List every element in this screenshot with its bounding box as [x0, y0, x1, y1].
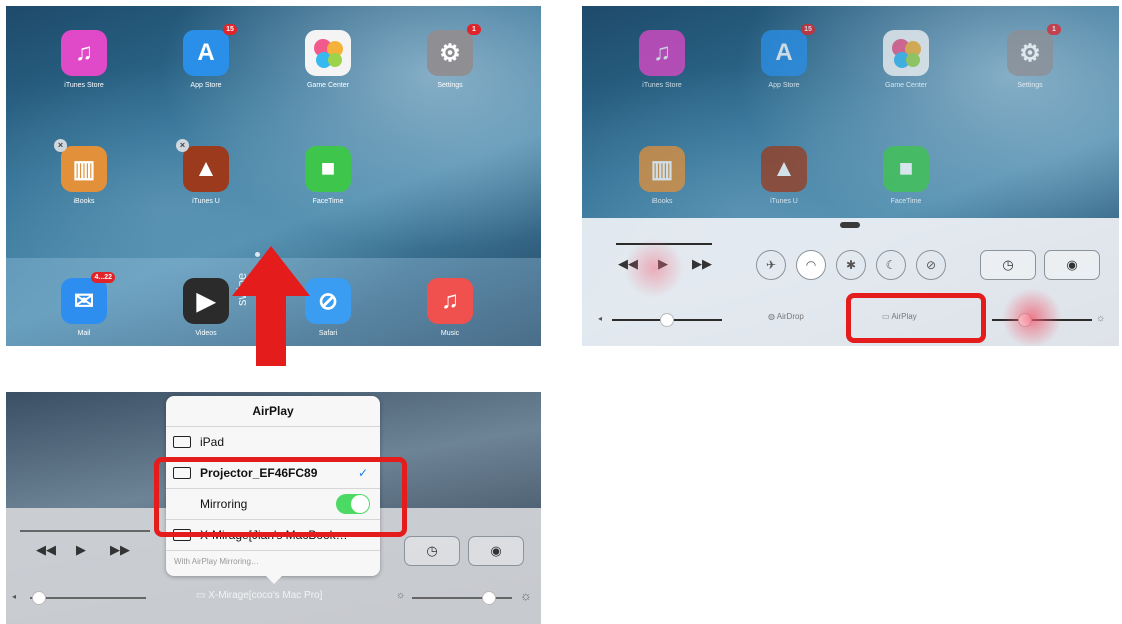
- airplay-device-ipad[interactable]: iPad: [166, 427, 380, 458]
- delete-icon[interactable]: ×: [176, 139, 189, 152]
- app-label: iTunes U: [192, 198, 220, 205]
- badge: 1: [1047, 24, 1061, 35]
- settings-icon: ⚙ 1: [1007, 24, 1061, 76]
- wifi-toggle[interactable]: ◠: [796, 250, 826, 280]
- itunes-u-icon: ▲: [761, 146, 807, 192]
- app-app-store[interactable]: A 15 App Store: [172, 24, 240, 89]
- brightness-high-icon: ☼: [520, 588, 532, 603]
- rotation-lock-toggle[interactable]: ⊘: [916, 250, 946, 280]
- app-itunes-store: ♫ iTunes Store: [628, 30, 696, 89]
- app-label: iBooks: [73, 198, 95, 205]
- itunes-store-icon: ♫: [61, 30, 107, 76]
- airplay-highlight: [846, 293, 986, 343]
- game-center-icon: [305, 30, 351, 76]
- do-not-disturb-toggle[interactable]: ☾: [876, 250, 906, 280]
- app-settings[interactable]: ⚙ 1 Settings: [416, 24, 484, 89]
- ibooks-icon: ▥ ×: [54, 139, 107, 192]
- app-label: Music: [440, 330, 460, 337]
- app-label: Mail: [77, 330, 91, 337]
- projector-highlight: [154, 457, 407, 537]
- videos-icon: ▶: [183, 278, 229, 324]
- app-label: Game Center: [884, 82, 928, 89]
- screen-icon: [173, 436, 191, 448]
- airplay-target[interactable]: ▭ X-Mirage[coco's Mac Pro]: [196, 590, 322, 601]
- fast-forward-icon[interactable]: ▶▶: [110, 542, 130, 558]
- itunes-u-icon: ▲ ×: [176, 139, 229, 192]
- brightness-high-icon: ☼: [1096, 313, 1106, 324]
- app-store-icon: A 15: [761, 24, 815, 76]
- ibooks-icon: ▥: [639, 146, 685, 192]
- app-label: Settings: [437, 82, 463, 89]
- airdrop-label: AirDrop: [776, 312, 804, 321]
- badge: 4...22: [91, 272, 115, 283]
- app-game-center: Game Center: [872, 30, 940, 89]
- app-label: Videos: [195, 330, 217, 337]
- app-itunes-u[interactable]: ▲ × iTunes U: [172, 139, 240, 205]
- app-itunes-u: ▲ iTunes U: [750, 146, 818, 205]
- app-label: iBooks: [651, 198, 673, 205]
- popover-arrow: [266, 576, 282, 584]
- app-label: App Store: [190, 82, 222, 89]
- app-label: Game Center: [306, 82, 350, 89]
- device-name: iPad: [200, 435, 225, 449]
- badge: 1: [467, 24, 481, 35]
- popover-footer: With AirPlay Mirroring…: [174, 557, 259, 566]
- airplay-target-label: X-Mirage[coco's Mac Pro]: [208, 590, 323, 601]
- app-label: Settings: [1017, 82, 1043, 89]
- timer-button[interactable]: ◷: [980, 250, 1036, 280]
- app-itunes-store[interactable]: ♫ iTunes Store: [50, 30, 118, 89]
- bluetooth-toggle[interactable]: ✱: [836, 250, 866, 280]
- brightness-low-icon: ☼: [396, 590, 406, 601]
- music-icon: ♫: [427, 278, 473, 324]
- app-app-store: A 15 App Store: [750, 24, 818, 89]
- app-ibooks: ▥ iBooks: [628, 146, 696, 205]
- camera-button[interactable]: ◉: [468, 536, 524, 566]
- dock-app-mail[interactable]: ✉ 4...22 Mail: [50, 272, 118, 337]
- app-label: iTunes U: [770, 198, 798, 205]
- volume-slider[interactable]: [30, 597, 146, 599]
- app-store-icon: A 15: [183, 24, 237, 76]
- app-label: App Store: [768, 82, 800, 89]
- rewind-icon[interactable]: ◀◀: [36, 542, 56, 558]
- facetime-icon: ■: [883, 146, 929, 192]
- settings-icon: ⚙ 1: [427, 24, 481, 76]
- app-label: FaceTime: [890, 198, 922, 205]
- play-icon[interactable]: ▶: [76, 542, 86, 558]
- app-facetime: ■ FaceTime: [872, 146, 940, 205]
- fast-forward-icon[interactable]: ▶▶: [692, 256, 712, 272]
- app-facetime[interactable]: ■ FaceTime: [294, 146, 362, 205]
- timer-button[interactable]: ◷: [404, 536, 460, 566]
- badge: 15: [801, 24, 815, 35]
- camera-button[interactable]: ◉: [1044, 250, 1100, 280]
- delete-icon[interactable]: ×: [54, 139, 67, 152]
- app-label: iTunes Store: [64, 82, 104, 89]
- airplane-mode-toggle[interactable]: ✈: [756, 250, 786, 280]
- chevron-down-icon[interactable]: [840, 222, 860, 228]
- itunes-store-icon: ♫: [639, 30, 685, 76]
- swipe-up-arrow-icon: [232, 246, 310, 366]
- app-ibooks[interactable]: ▥ × iBooks: [50, 139, 118, 205]
- facetime-icon: ■: [305, 146, 351, 192]
- mail-icon: ✉ 4...22: [61, 272, 115, 324]
- badge: 15: [223, 24, 237, 35]
- playback-scrubber[interactable]: [20, 530, 150, 532]
- app-settings: ⚙ 1 Settings: [996, 24, 1064, 89]
- app-game-center[interactable]: Game Center: [294, 30, 362, 89]
- touch-indicator: [1002, 288, 1062, 346]
- game-center-icon: [883, 30, 929, 76]
- brightness-slider[interactable]: [412, 597, 512, 599]
- volume-knob[interactable]: [660, 313, 674, 327]
- volume-knob[interactable]: [32, 591, 46, 605]
- dock-app-videos[interactable]: ▶ Videos: [172, 278, 240, 337]
- airdrop-button[interactable]: ◍ AirDrop: [768, 312, 804, 321]
- volume-low-icon: ◂: [12, 592, 17, 601]
- volume-low-icon: ◂: [598, 314, 603, 323]
- app-label: iTunes Store: [642, 82, 682, 89]
- touch-indicator: [624, 238, 684, 298]
- brightness-knob[interactable]: [482, 591, 496, 605]
- popover-title: AirPlay: [166, 396, 380, 427]
- dock-app-music[interactable]: ♫ Music: [416, 278, 484, 337]
- app-label: FaceTime: [312, 198, 344, 205]
- safari-icon: ⊘: [305, 278, 351, 324]
